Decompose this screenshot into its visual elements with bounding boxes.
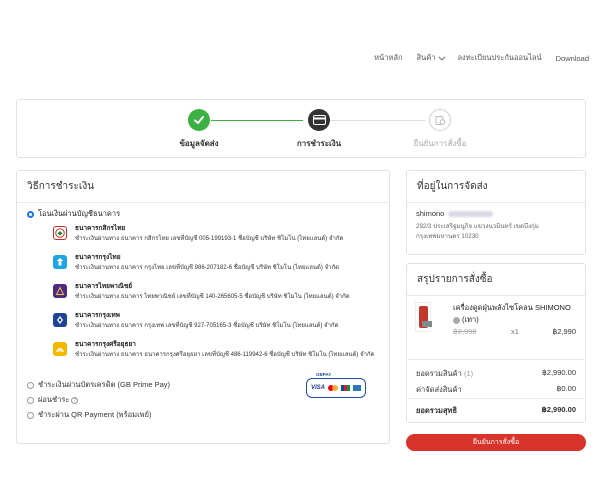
payment-option-installment[interactable]: ผ่อนชำระ? <box>27 394 79 406</box>
step-confirm-order: ยืนยันการสั่งซื้อ <box>395 109 485 150</box>
subtotal-value: ฿2,990.00 <box>542 368 576 377</box>
nav-register-warranty[interactable]: ลงทะเบียนประกันออนไลน์ <box>450 52 548 64</box>
subtotal-count: (1) <box>463 369 474 378</box>
product-name-text: เครื่องดูดฝุ่นพลังไซโคลน SHIMONO <box>453 303 571 312</box>
bank-name: ธนาคารกสิกรไทย <box>75 225 126 232</box>
shipping-fee-row: ค่าจัดส่งสินค้า ฿0.00 <box>416 384 576 396</box>
bank-name: ธนาคารกรุงศรีอยุธยา <box>75 341 136 348</box>
mastercard-icon <box>328 385 338 391</box>
recipient-name: shimono <box>416 209 494 218</box>
bank-detail: ชำระเงินผ่านทาง ธนาคาร กรุงไทย เลขที่บัญ… <box>75 265 339 271</box>
radio-unselected[interactable] <box>27 411 34 419</box>
bank-krungthai: ธนาคารกรุงไทย ชำระเงินผ่านทาง ธนาคาร กรุ… <box>53 252 393 278</box>
product-variant: (เทา) <box>462 315 479 324</box>
shipping-address-panel: ที่อยู่ในการจัดส่ง shimono 292/3 ประเสริ… <box>406 170 586 255</box>
order-confirm-icon <box>429 109 451 131</box>
bank-name: ธนาคารกรุงเทพ <box>75 312 120 319</box>
divider <box>408 359 584 360</box>
card-brands-badge: VISA <box>306 378 366 398</box>
payment-option-qr[interactable]: ชำระผ่าน QR Payment (พร้อมเพย์) <box>27 409 152 421</box>
check-icon <box>188 109 210 131</box>
credit-card-label: ชำระเงินผ่านบัตรเครดิต (GB Prime Pay) <box>38 380 171 389</box>
radio-unselected[interactable] <box>27 381 34 389</box>
redacted-phone <box>448 211 494 218</box>
bank-scb: ธนาคารไทยพาณิชย์ ชำระเงินผ่านทาง ธนาคาร … <box>53 281 393 307</box>
bank-detail: ชำระเงินผ่านทาง ธนาคาร ไทยพาณิชย์ เลขที่… <box>75 294 350 300</box>
product-thumbnail <box>415 302 432 332</box>
nav-download[interactable]: Download <box>549 52 596 64</box>
radio-selected[interactable] <box>27 210 34 218</box>
bank-bangkok: ธนาคารกรุงเทพ ชำระเงินผ่านทาง ธนาคาร กรุ… <box>53 310 393 336</box>
bank-kasikorn: ธนาคารกสิกรไทย ชำระเงินผ่านทาง ธนาคาร กส… <box>53 223 393 249</box>
subtotal-label-group: ยอดรวมสินค้า (1) <box>416 368 473 380</box>
krungsri-logo-icon <box>53 342 67 356</box>
visa-icon: VISA <box>310 385 325 391</box>
bank-name: ธนาคารไทยพาณิชย์ <box>75 283 133 290</box>
address-line-1: 292/3 ประเสริฐมนูกิจ แขวงนวมินทร์ เขตบึง… <box>416 223 539 230</box>
bank-detail: ชำระเงินผ่านทาง ธนาคาร กรุงเทพ เลขที่บัญ… <box>75 323 339 329</box>
subtotal-label: ยอดรวมสินค้า <box>416 369 462 378</box>
total-value: ฿2,990.00 <box>541 405 576 414</box>
subtotal-row: ยอดรวมสินค้า (1) ฿2,990.00 <box>416 368 576 380</box>
nav-products-label: สินค้า <box>416 53 436 62</box>
nav-home-label: หน้าหลัก <box>374 53 403 62</box>
nav-register-label: ลงทะเบียนประกันออนไลน์ <box>457 53 542 62</box>
credit-card-icon <box>308 109 330 131</box>
address-line-2: กรุงเทพมหานคร 10230 <box>416 233 479 240</box>
color-swatch-icon <box>453 316 460 324</box>
total-row: ยอดรวมสุทธิ ฿2,990.00 <box>416 405 576 417</box>
nav-home[interactable]: หน้าหลัก <box>367 52 409 64</box>
shipping-fee-label: ค่าจัดส่งสินค้า <box>416 385 462 394</box>
kasikorn-logo-icon <box>53 226 67 240</box>
bank-detail: ชำระเงินผ่านทาง ธนาคาร ธนาคารกรุงศรีอยุธ… <box>75 352 375 358</box>
recipient-name-text: shimono <box>416 209 445 218</box>
step-label: ข้อมูลจัดส่ง <box>179 139 219 148</box>
bank-krungsri: ธนาคารกรุงศรีอยุธยา ชำระเงินผ่านทาง ธนาค… <box>53 339 393 365</box>
payment-title: วิธีการชำระเงิน <box>17 171 389 203</box>
product-quantity: x1 <box>511 327 519 336</box>
qr-payment-label: ชำระผ่าน QR Payment (พร้อมเพย์) <box>38 410 152 419</box>
product-old-price: ฿2,990 <box>453 327 477 336</box>
divider <box>408 398 584 399</box>
product-name: เครื่องดูดฝุ่นพลังไซโคลน SHIMONO (เทา) <box>453 302 583 326</box>
jcb-icon <box>341 385 350 391</box>
confirm-order-button[interactable]: ยืนยันการสั่งซื้อ <box>406 434 586 451</box>
gbpay-logo-icon: GBPAY <box>314 372 334 377</box>
summary-title: สรุปรายการสั่งซื้อ <box>407 264 585 296</box>
nav-products[interactable]: สินค้า <box>410 52 451 64</box>
step-label: ยืนยันการสั่งซื้อ <box>413 139 467 148</box>
help-icon[interactable]: ? <box>71 396 79 404</box>
step-shipping-info[interactable]: ข้อมูลจัดส่ง <box>154 109 244 150</box>
bank-detail: ชำระเงินผ่านทาง ธนาคาร กสิกรไทย เลขที่บั… <box>75 236 344 242</box>
scb-logo-icon <box>53 284 67 298</box>
radio-unselected[interactable] <box>27 396 34 404</box>
bank-transfer-label: โอนเงินผ่านบัญชีธนาคาร <box>38 209 121 218</box>
product-price: ฿2,990 <box>552 327 576 336</box>
payment-method-panel: วิธีการชำระเงิน โอนเงินผ่านบัญชีธนาคาร ธ… <box>16 170 390 444</box>
address-title: ที่อยู่ในการจัดส่ง <box>407 171 585 203</box>
installment-label: ผ่อนชำระ <box>38 395 70 404</box>
krungthai-logo-icon <box>53 255 67 269</box>
amex-icon <box>353 385 361 391</box>
payment-option-credit-card[interactable]: ชำระเงินผ่านบัตรเครดิต (GB Prime Pay) <box>27 379 170 391</box>
chevron-down-icon <box>438 53 446 61</box>
nav-download-label: Download <box>555 53 589 63</box>
shipping-fee-value: ฿0.00 <box>556 384 576 393</box>
step-payment: การชำระเงิน <box>274 109 364 150</box>
bank-name: ธนาคารกรุงไทย <box>75 254 121 261</box>
bangkok-bank-logo-icon <box>53 313 67 327</box>
step-label: การชำระเงิน <box>296 139 342 148</box>
total-label: ยอดรวมสุทธิ <box>416 406 458 415</box>
checkout-steps: ข้อมูลจัดส่ง การชำระเงิน ยืนยันการสั่งซื… <box>16 99 586 158</box>
order-summary-panel: สรุปรายการสั่งซื้อ เครื่องดูดฝุ่นพลังไซโ… <box>406 263 586 423</box>
top-nav: หน้าหลัก สินค้า ลงทะเบียนประกันออนไลน์ D… <box>367 52 596 64</box>
payment-option-bank-transfer[interactable]: โอนเงินผ่านบัญชีธนาคาร <box>27 208 120 220</box>
